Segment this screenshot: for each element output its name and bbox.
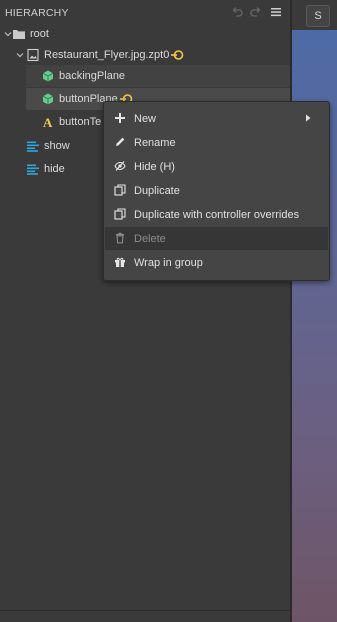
menu-item-label: New bbox=[134, 113, 157, 125]
plus-icon bbox=[114, 112, 126, 124]
tree-item-label: hide bbox=[44, 163, 65, 175]
menu-item-rename[interactable]: Rename bbox=[105, 131, 328, 154]
image-file-icon bbox=[26, 48, 40, 62]
plane-cube-icon bbox=[41, 69, 55, 83]
tree-item-label: show bbox=[44, 140, 70, 152]
menu-item-hide[interactable]: Hide (H) bbox=[105, 155, 328, 178]
action-list-icon bbox=[26, 162, 40, 176]
menu-item-label: Delete bbox=[134, 233, 166, 245]
tree-item-file[interactable]: Restaurant_Flyer.jpg.zpt0 bbox=[0, 44, 290, 66]
menu-item-label: Wrap in group bbox=[134, 257, 203, 269]
text-layer-icon: A bbox=[41, 115, 55, 129]
context-menu: New Rename Hide (H) Duplicate Duplicate … bbox=[103, 101, 330, 281]
menu-item-delete[interactable]: Delete bbox=[105, 227, 328, 250]
hierarchy-header: HIERARCHY bbox=[0, 0, 290, 24]
panel-divider bbox=[0, 610, 290, 611]
menu-item-label: Rename bbox=[134, 137, 176, 149]
tree-item-backing-plane[interactable]: backingPlane bbox=[26, 65, 290, 87]
action-list-icon bbox=[26, 139, 40, 153]
tree-item-label: root bbox=[30, 28, 49, 40]
menu-item-label: Duplicate with controller overrides bbox=[134, 209, 300, 221]
hierarchy-panel: HIERARCHY root Restaurant_Flyer.jpg.zpt0 bbox=[0, 0, 290, 622]
tree-item-label: Restaurant_Flyer.jpg.zpt0 bbox=[44, 49, 170, 61]
menu-item-duplicate[interactable]: Duplicate bbox=[105, 179, 328, 202]
folder-icon bbox=[12, 27, 26, 41]
submenu-arrow-icon bbox=[304, 114, 312, 122]
menu-item-label: Duplicate bbox=[134, 185, 180, 197]
svg-text:A: A bbox=[43, 115, 53, 129]
undo-icon[interactable] bbox=[231, 6, 243, 18]
s-button[interactable]: S bbox=[306, 5, 330, 27]
duplicate-icon bbox=[114, 184, 126, 196]
chevron-down-icon[interactable] bbox=[15, 50, 25, 60]
hamburger-menu-icon[interactable] bbox=[270, 6, 282, 18]
plane-cube-icon bbox=[41, 92, 55, 106]
link-icon bbox=[170, 48, 184, 62]
pencil-icon bbox=[114, 136, 126, 148]
gift-group-icon bbox=[114, 256, 126, 268]
tree-item-label: buttonTe bbox=[59, 116, 102, 128]
menu-item-new[interactable]: New bbox=[105, 107, 328, 130]
menu-item-label: Hide (H) bbox=[134, 161, 175, 173]
menu-item-duplicate-overrides[interactable]: Duplicate with controller overrides bbox=[105, 203, 328, 226]
menu-item-wrap-in-group[interactable]: Wrap in group bbox=[105, 251, 328, 274]
redo-icon[interactable] bbox=[250, 6, 262, 18]
duplicate-icon bbox=[114, 208, 126, 220]
eye-hidden-icon bbox=[114, 160, 126, 172]
panel-title: HIERARCHY bbox=[5, 7, 69, 19]
tree-item-root[interactable]: root bbox=[0, 23, 290, 45]
trash-icon bbox=[114, 232, 126, 244]
tree-item-label: backingPlane bbox=[59, 70, 126, 82]
